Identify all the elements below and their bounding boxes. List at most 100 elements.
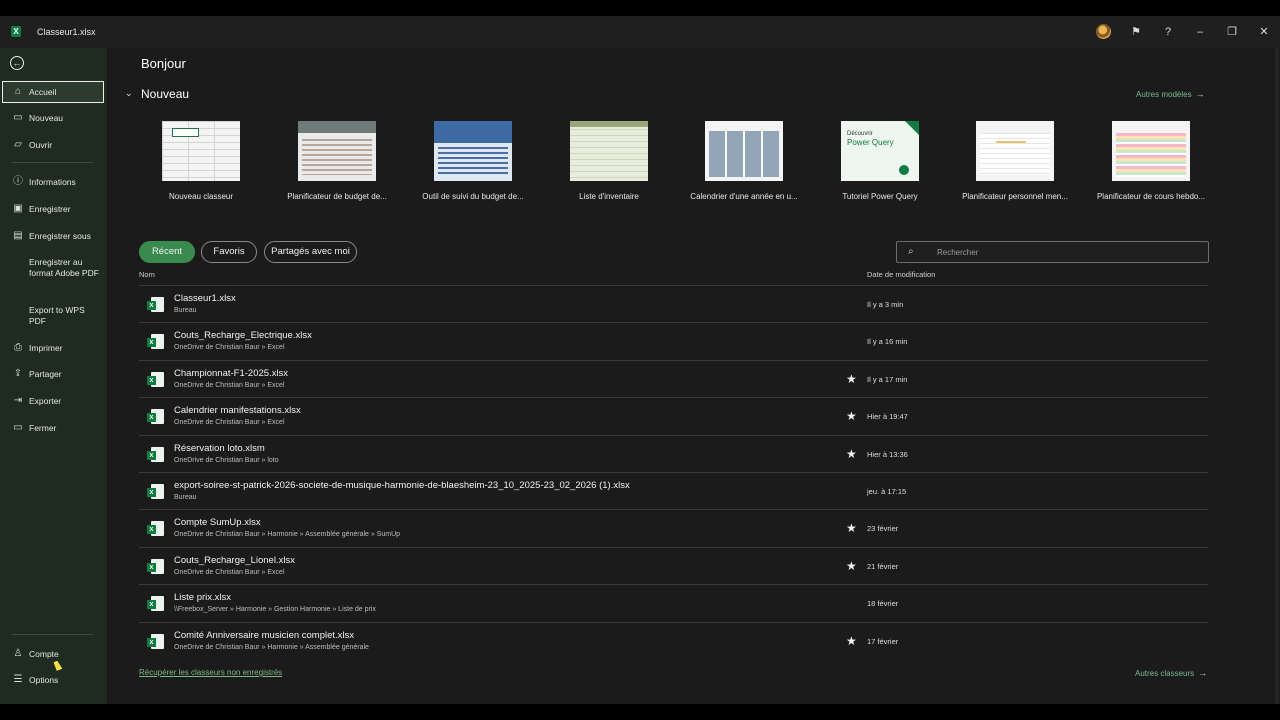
template-card[interactable]: Nouveau classeur bbox=[131, 121, 271, 201]
file-name: Couts_Recharge_Lionel.xlsx bbox=[174, 554, 295, 566]
file-path: Bureau bbox=[174, 307, 197, 314]
file-date: 18 février bbox=[867, 599, 899, 609]
feedback-icon[interactable]: ⚑ bbox=[1128, 24, 1144, 40]
column-header-name[interactable]: Nom bbox=[139, 270, 155, 279]
sidebar-item-ouvrir[interactable]: ▱ Ouvrir bbox=[0, 134, 107, 156]
file-row[interactable]: x Championnat-F1-2025.xlsx OneDrive de Chr… bbox=[139, 359, 1208, 398]
file-path: OneDrive de Christian Baur » Harmonie » … bbox=[174, 643, 369, 651]
sidebar-item-nouveau[interactable]: ▭ Nouveau bbox=[0, 107, 107, 129]
recover-unsaved-link[interactable]: Récupérer les classeurs non enregistrés bbox=[139, 668, 282, 677]
file-row[interactable]: x Réservation loto.xlsm OneDrive de Christ… bbox=[139, 434, 1208, 473]
template-name: Tutoriel Power Query bbox=[842, 192, 918, 201]
template-name: Planificateur personnel men... bbox=[962, 192, 1068, 201]
template-name: Planificateur de budget de... bbox=[287, 192, 387, 201]
options-icon: ☰ bbox=[13, 674, 23, 685]
sidebar-item-label: Imprimer bbox=[29, 343, 63, 353]
close-button[interactable]: ✕ bbox=[1256, 24, 1272, 40]
thumb-corner bbox=[905, 121, 919, 135]
home-icon: ⌂ bbox=[14, 86, 22, 97]
excel-file-icon: x bbox=[147, 558, 165, 575]
template-thumbnail bbox=[162, 121, 240, 181]
pin-star-icon[interactable]: ★ bbox=[846, 372, 857, 386]
filter-recent[interactable]: Récent bbox=[139, 241, 195, 263]
template-name: Nouveau classeur bbox=[168, 192, 234, 201]
file-row[interactable]: x Couts_Recharge_Lionel.xlsx OneDrive de C… bbox=[139, 546, 1208, 585]
file-row[interactable]: x Calendrier manifestations.xlsx OneDrive … bbox=[139, 397, 1208, 435]
scrollbar[interactable] bbox=[1275, 48, 1279, 704]
file-name: export-soiree-st-patrick-2026-societe-de… bbox=[174, 480, 630, 491]
sidebar-item-label: Partager bbox=[29, 369, 62, 379]
export-icon: ⇥ bbox=[13, 395, 23, 406]
file-path: OneDrive de Christian Baur » Excel bbox=[174, 381, 285, 389]
backstage-main: Bonjour ⌄ Nouveau Autres modèles → Nouvea… bbox=[107, 48, 1280, 704]
more-files-link[interactable]: Autres classeurs → bbox=[1135, 668, 1207, 678]
template-card[interactable]: Découvrir Power Query Tutoriel Power Que… bbox=[810, 121, 950, 201]
excel-file-icon: x bbox=[147, 408, 165, 425]
file-row[interactable]: x Comité Anniversaire musicien complet.xl… bbox=[139, 621, 1208, 660]
more-templates-link[interactable]: Autres modèles → bbox=[1136, 89, 1205, 99]
sidebar-item-fermer[interactable]: ▭ Fermer bbox=[0, 417, 107, 439]
thumb-rows bbox=[302, 139, 372, 175]
pin-star-icon[interactable]: ★ bbox=[846, 409, 857, 423]
back-arrow-icon[interactable]: ← bbox=[10, 56, 24, 70]
file-row[interactable]: x Compte SumUp.xlsx OneDrive de Christian … bbox=[139, 509, 1208, 547]
excel-file-icon: x bbox=[147, 595, 165, 612]
selected-cell bbox=[172, 128, 199, 137]
sidebar-divider bbox=[12, 634, 93, 635]
column-header-date[interactable]: Date de modification bbox=[867, 270, 935, 279]
template-card[interactable]: Planificateur de budget de... bbox=[267, 121, 407, 201]
file-path: OneDrive de Christian Baur » Excel bbox=[174, 419, 285, 427]
template-name: Planificateur de cours hebdo... bbox=[1096, 192, 1206, 201]
excel-backstage-window: X Classeur1.xlsx ⚑ ? – ❐ ✕ ← ⌂ Accueil ▭… bbox=[0, 16, 1280, 704]
template-thumbnail bbox=[434, 121, 512, 181]
sidebar-item-accueil[interactable]: ⌂ Accueil bbox=[2, 81, 104, 103]
template-card[interactable]: Outil de suivi du budget de... bbox=[403, 121, 543, 201]
help-button[interactable]: ? bbox=[1160, 24, 1176, 40]
sidebar-item-informations[interactable]: ⓘ Informations bbox=[0, 171, 107, 193]
file-row[interactable]: x export-soiree-st-patrick-2026-societe-d… bbox=[139, 472, 1208, 510]
filter-partages[interactable]: Partagés avec moi bbox=[264, 241, 357, 263]
more-templates-label: Autres modèles bbox=[1136, 90, 1192, 99]
chevron-down-icon[interactable]: ⌄ bbox=[125, 88, 133, 99]
file-row[interactable]: x Classeur1.xlsx Bureau Il y a 3 min bbox=[139, 285, 1208, 323]
pin-star-icon[interactable]: ★ bbox=[846, 634, 857, 648]
file-path: Bureau bbox=[174, 494, 197, 501]
file-row[interactable]: x Couts_Recharge_Electrique.xlsx OneDrive … bbox=[139, 322, 1208, 360]
file-row[interactable]: x Liste prix.xlsx \\Freebox_Server » Harmo… bbox=[139, 584, 1208, 622]
sidebar-item-imprimer[interactable]: ⎙ Imprimer bbox=[0, 337, 107, 359]
sidebar-item-exporter[interactable]: ⇥ Exporter bbox=[0, 390, 107, 412]
thumb-header bbox=[298, 121, 376, 133]
pin-star-icon[interactable]: ★ bbox=[846, 559, 857, 573]
search-input[interactable]: ⌕ Rechercher bbox=[896, 241, 1209, 263]
sidebar-item-wps-pdf[interactable]: Export to WPS PDF bbox=[0, 305, 107, 329]
excel-file-icon: x bbox=[147, 520, 165, 537]
template-card[interactable]: Calendrier d'une année en u... bbox=[674, 121, 814, 201]
template-card[interactable]: Liste d'inventaire bbox=[539, 121, 679, 201]
file-date: Il y a 3 min bbox=[867, 300, 904, 309]
template-card[interactable]: Planificateur personnel men... bbox=[945, 121, 1085, 201]
filter-favoris[interactable]: Favoris bbox=[201, 241, 257, 263]
sidebar-item-enregistrer-sous[interactable]: ▤ Enregistrer sous bbox=[0, 225, 107, 247]
excel-logo-icon: X bbox=[11, 26, 21, 37]
restore-button[interactable]: ❐ bbox=[1224, 24, 1240, 40]
template-card[interactable]: Planificateur de cours hebdo... bbox=[1081, 121, 1221, 201]
file-path: OneDrive de Christian Baur » Excel bbox=[174, 568, 285, 576]
sidebar-item-enregistrer[interactable]: ▣ Enregistrer bbox=[0, 198, 107, 220]
user-avatar[interactable] bbox=[1096, 24, 1111, 39]
thumb-logo bbox=[899, 165, 909, 175]
minimize-button[interactable]: – bbox=[1192, 24, 1208, 40]
pin-star-icon[interactable]: ★ bbox=[846, 521, 857, 535]
file-path: OneDrive de Christian Baur » loto bbox=[174, 456, 279, 464]
file-date: Il y a 16 min bbox=[867, 337, 908, 347]
new-doc-icon: ▭ bbox=[13, 112, 23, 123]
thumb-rows bbox=[438, 147, 508, 177]
file-date: 23 février bbox=[867, 524, 899, 534]
pin-star-icon[interactable]: ★ bbox=[846, 447, 857, 461]
sidebar-item-partager[interactable]: ⇪ Partager bbox=[0, 363, 107, 385]
template-thumbnail: Découvrir Power Query bbox=[841, 121, 919, 181]
sidebar-item-options[interactable]: ☰ Options bbox=[0, 669, 107, 691]
sidebar-item-adobe-pdf[interactable]: Enregistrer au format Adobe PDF bbox=[0, 257, 107, 291]
thumb-rows bbox=[980, 133, 1050, 175]
sidebar-item-label: Fermer bbox=[29, 423, 57, 433]
sidebar-item-label: Options bbox=[29, 675, 59, 685]
